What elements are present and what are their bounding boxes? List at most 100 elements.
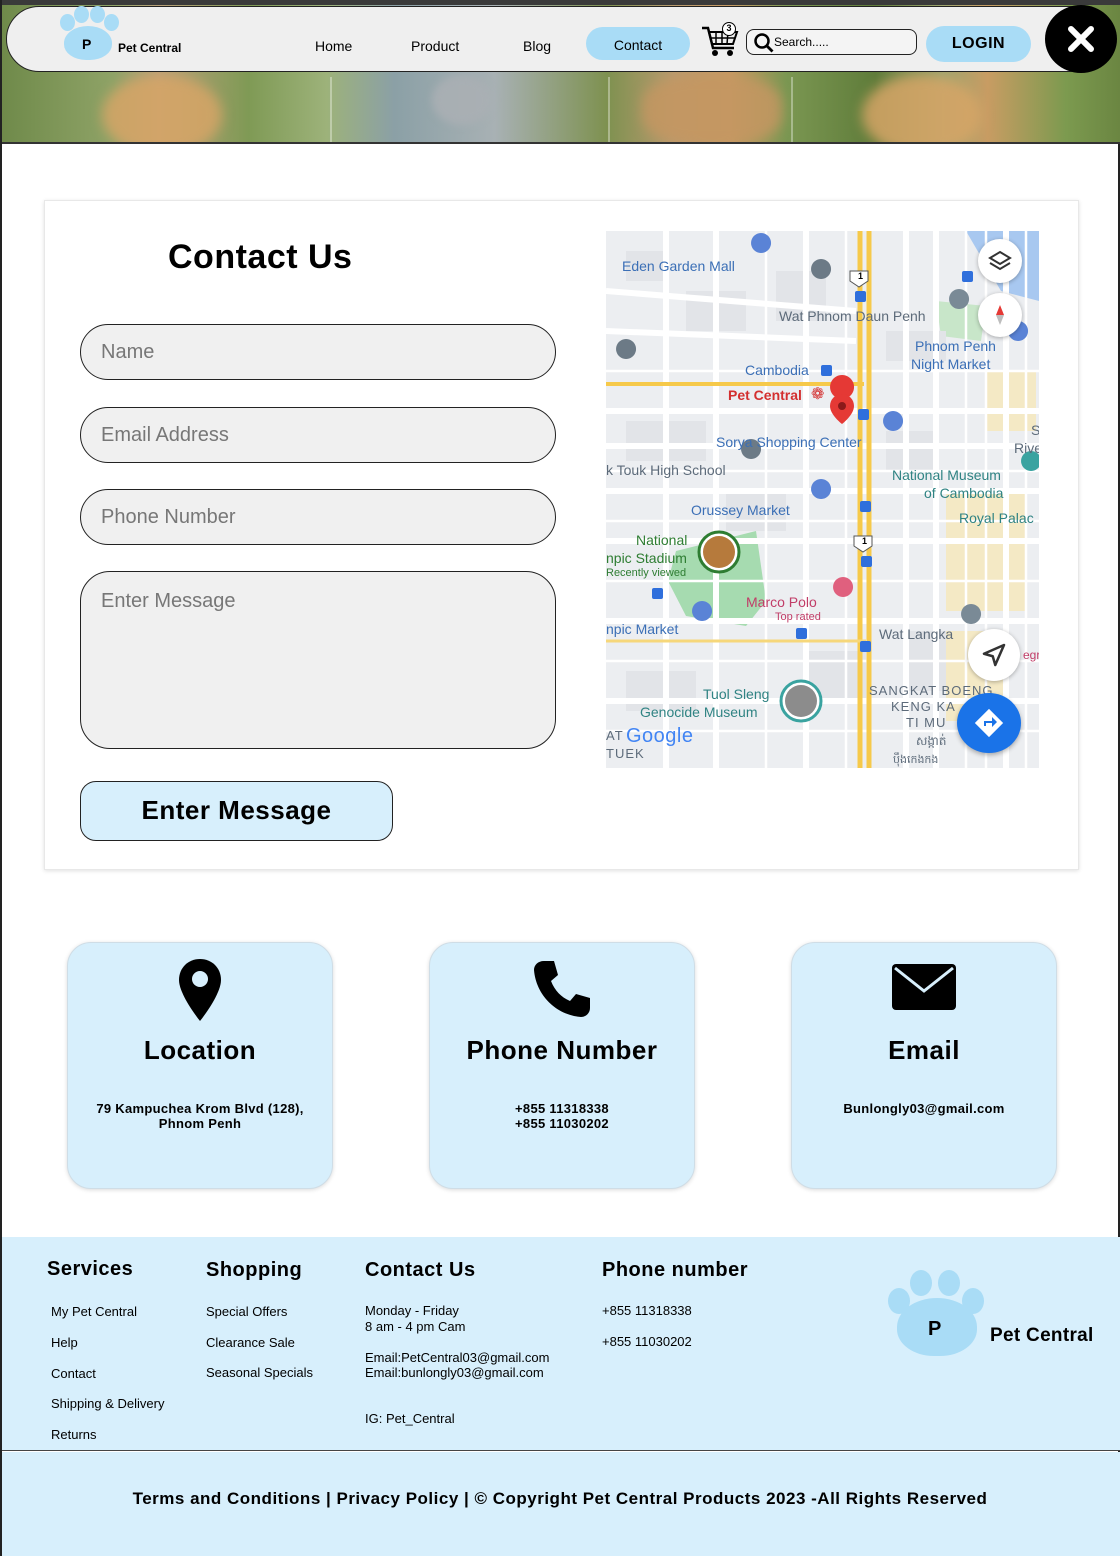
logo-letter: P <box>82 36 92 52</box>
close-icon <box>1068 26 1094 52</box>
footer-link-help[interactable]: Help <box>51 1335 78 1350</box>
map-label-sangkat-3: TI MU <box>906 715 947 730</box>
brand-name[interactable]: Pet Central <box>118 41 181 55</box>
nav-contact[interactable]: Contact <box>586 27 690 60</box>
map-label-egr: egr <box>1023 648 1039 662</box>
footer-email-2[interactable]: Email:bunlongly03@gmail.com <box>365 1365 544 1381</box>
map-label-night-market-1: Phnom Penh <box>915 338 996 354</box>
footer-link-seasonal[interactable]: Seasonal Specials <box>206 1365 313 1380</box>
map-label-tuol-1: Tuol Sleng <box>703 686 770 702</box>
map-label-stadium: npic Stadium <box>606 550 687 566</box>
map-label-wat-langka: Wat Langka <box>879 626 954 642</box>
login-button[interactable]: LOGIN <box>926 26 1031 62</box>
search-box[interactable] <box>746 29 917 55</box>
map-label-tuek: TUEK <box>606 746 645 761</box>
layers-icon <box>988 250 1012 271</box>
footer-link-shipping[interactable]: Shipping & Delivery <box>51 1396 164 1411</box>
location-card: Location 79 Kampuchea Krom Blvd (128), P… <box>67 942 333 1189</box>
location-title: Location <box>143 1035 257 1065</box>
map-compass-button[interactable] <box>978 293 1022 337</box>
footer-phone-2[interactable]: +855 11030202 <box>602 1334 692 1350</box>
map-label-olympic-market: npic Market <box>606 621 679 637</box>
email-line-1: Bunlongly03@gmail.com <box>843 1101 1005 1116</box>
footer-contact-title: Contact Us <box>365 1259 476 1281</box>
phone-line-2: +855 11030202 <box>515 1116 609 1131</box>
footer-logo-letter: P <box>928 1318 942 1340</box>
location-text: 79 Kampuchea Krom Blvd (128), Phnom Penh <box>68 1101 332 1131</box>
footer-phone-1[interactable]: +855 11318338 <box>602 1303 692 1319</box>
footer-brand: Pet Central <box>990 1325 1094 1346</box>
map-label-top-rated: Top rated <box>775 611 821 623</box>
google-logo: Google <box>626 725 694 747</box>
message-textarea[interactable] <box>80 571 556 749</box>
map-paw-icon: ❁ <box>811 386 825 403</box>
footer-link-special-offers[interactable]: Special Offers <box>206 1304 287 1319</box>
footer-phone-title: Phone number <box>602 1259 749 1281</box>
map-label-sorya: Sorya Shopping Center <box>716 434 862 450</box>
map-label-at: AT <box>606 728 624 743</box>
location-pin-icon <box>179 959 221 1021</box>
footer-hours-2: 8 am - 4 pm Cam <box>365 1319 466 1334</box>
contact-title: Contact Us <box>168 238 353 276</box>
submit-message-button[interactable]: Enter Message <box>80 781 393 841</box>
search-input[interactable] <box>774 33 912 51</box>
footer-shopping-title: Shopping <box>206 1259 303 1281</box>
map-locate-button[interactable] <box>968 629 1020 681</box>
copyright-text: Terms and Conditions | Privacy Policy | … <box>132 1489 988 1508</box>
nav-home[interactable]: Home <box>315 38 352 54</box>
name-input[interactable] <box>80 324 556 380</box>
map-label-wat-phnom: Wat Phnom Daun Penh <box>779 308 926 324</box>
map-layers-button[interactable] <box>978 239 1022 283</box>
footer-link-clearance[interactable]: Clearance Sale <box>206 1335 295 1350</box>
email-text: Bunlongly03@gmail.com <box>792 1101 1056 1116</box>
nav-product[interactable]: Product <box>411 38 459 54</box>
email-input[interactable] <box>80 407 556 463</box>
map-label-night-market-2: Night Market <box>911 356 991 372</box>
footer-instagram[interactable]: IG: Pet_Central <box>365 1411 455 1427</box>
map-label-khmer-2: ប៉ឹងកេងកង <box>893 754 939 766</box>
close-button[interactable] <box>1045 5 1117 73</box>
phone-title: Phone Number <box>466 1035 658 1065</box>
envelope-icon <box>892 964 956 1010</box>
map-label-touk: k Touk High School <box>606 462 726 478</box>
map-label-cambodia: Cambodia <box>745 362 809 378</box>
map[interactable]: Eden Garden Mall Wat Phnom Daun Penh Phn… <box>606 231 1039 768</box>
footer-link-returns[interactable]: Returns <box>51 1427 97 1442</box>
route-shield-2: 1 <box>862 536 868 546</box>
map-label-orussey: Orussey Market <box>691 502 790 518</box>
map-label-eden: Eden Garden Mall <box>622 258 735 274</box>
map-label-museum-1: National Museum <box>892 467 1001 483</box>
phone-input[interactable] <box>80 489 556 545</box>
footer-email-1[interactable]: Email:PetCentral03@gmail.com <box>365 1350 549 1366</box>
cart-count-badge: 3 <box>722 22 736 36</box>
map-label-national: National <box>636 532 688 548</box>
nav-contact-label: Contact <box>613 37 663 53</box>
phone-text: +855 11318338 +855 11030202 <box>430 1101 694 1131</box>
map-label-khmer: សង្កាត់ <box>916 734 947 748</box>
nav-blog[interactable]: Blog <box>523 38 551 54</box>
location-line-2: Phnom Penh <box>158 1116 242 1131</box>
map-directions-button[interactable] <box>957 693 1021 753</box>
location-line-1: 79 Kampuchea Krom Blvd (128), <box>96 1101 304 1116</box>
phone-line-1: +855 11318338 <box>515 1101 609 1116</box>
route-shield-1: 1 <box>858 271 864 281</box>
map-label-river-1: S <box>1031 422 1039 438</box>
map-label-museum-2: of Cambodia <box>924 485 1004 501</box>
map-label-recently-viewed: Recently viewed <box>606 567 687 579</box>
search-icon <box>754 33 774 53</box>
email-card: Email Bunlongly03@gmail.com <box>791 942 1057 1189</box>
map-label-royal: Royal Palac <box>959 510 1034 526</box>
footer-link-contact[interactable]: Contact <box>51 1366 96 1381</box>
directions-icon <box>974 708 1004 738</box>
email-title: Email <box>888 1035 960 1065</box>
phone-icon <box>534 961 590 1017</box>
footer-hours-1: Monday - Friday <box>365 1303 459 1318</box>
map-label-marco-polo: Marco Polo <box>746 594 817 610</box>
map-label-river-2: Rive <box>1014 440 1039 456</box>
logo-paw-icon[interactable]: P <box>54 6 124 62</box>
phone-card: Phone Number +855 11318338 +855 11030202 <box>429 942 695 1189</box>
footer-link-my-pet-central[interactable]: My Pet Central <box>51 1304 137 1319</box>
map-label-sangkat-2: KENG KA <box>891 699 956 714</box>
compass-icon <box>996 305 1004 325</box>
map-label-tuol-2: Genocide Museum <box>640 704 758 720</box>
